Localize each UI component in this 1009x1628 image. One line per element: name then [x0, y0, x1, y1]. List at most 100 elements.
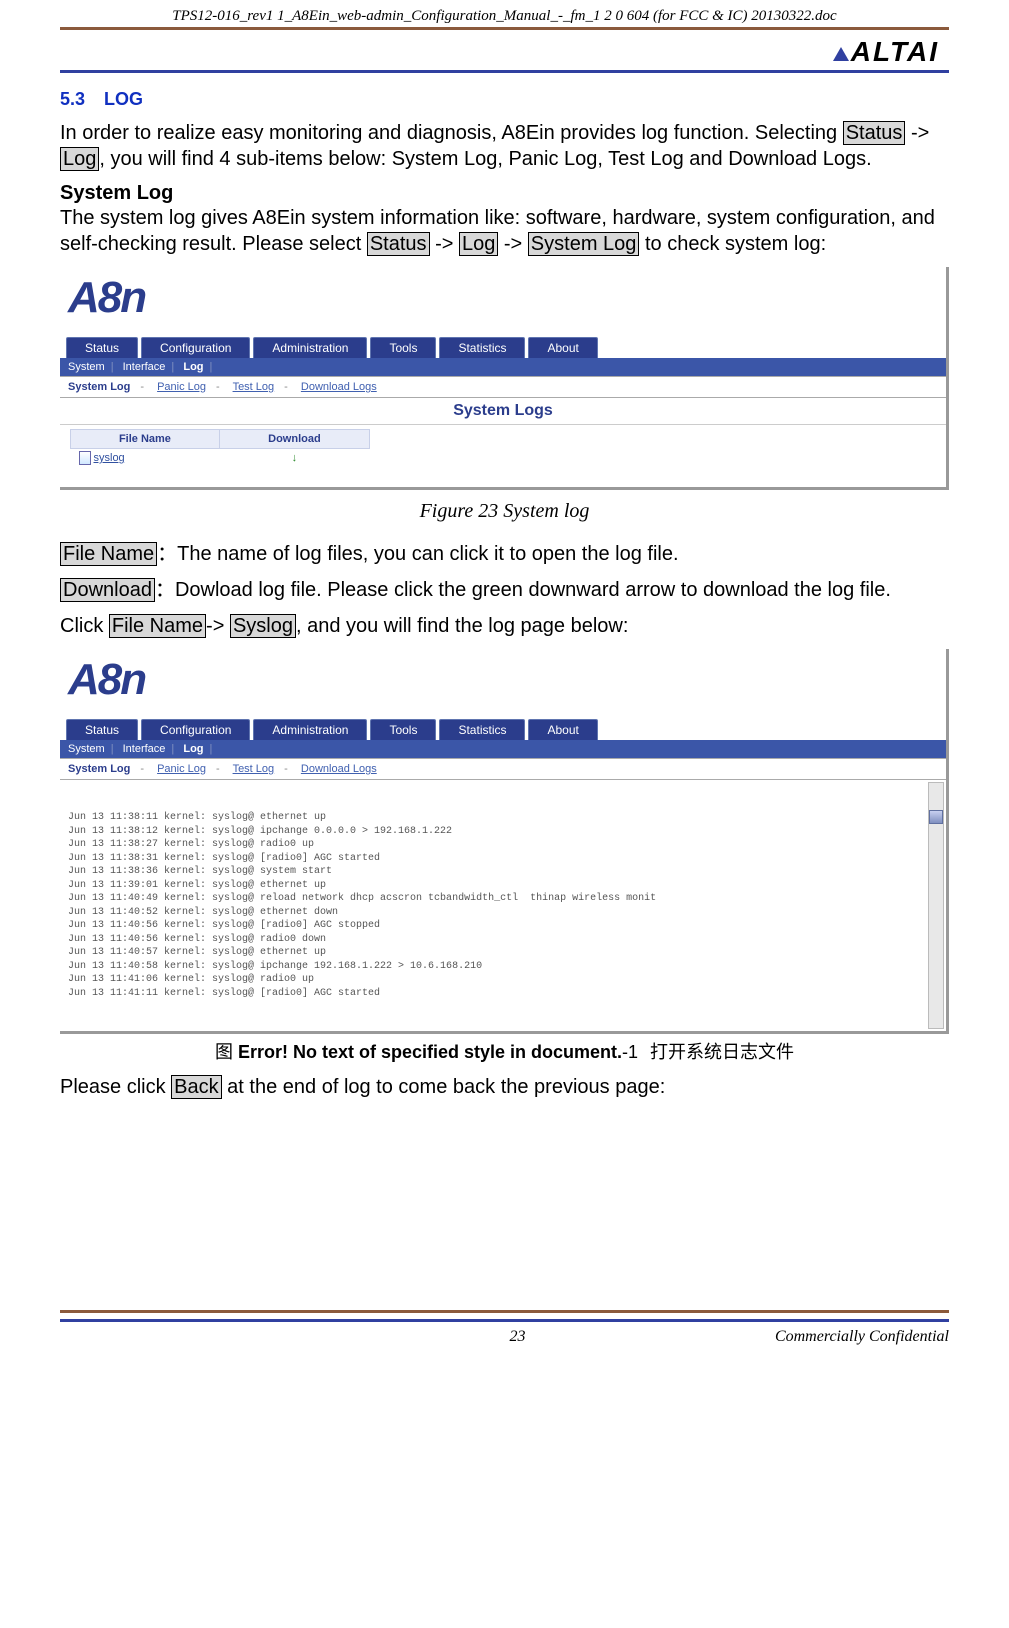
status-token: Status: [843, 121, 906, 145]
log-line: Jun 13 11:38:36 kernel: syslog@ system s…: [68, 865, 938, 879]
log-line: Jun 13 11:41:06 kernel: syslog@ radio0 u…: [68, 973, 938, 987]
subnav-log-2[interactable]: Log: [183, 743, 203, 755]
tab-statistics-2[interactable]: Statistics: [439, 719, 525, 740]
footer-spacer: [60, 1328, 260, 1346]
logtab-panic-log-2[interactable]: Panic Log: [157, 763, 206, 775]
log-token: Log: [60, 147, 99, 171]
syslog-content: Jun 13 11:38:11 kernel: syslog@ ethernet…: [60, 780, 946, 1031]
filename-token: File Name: [60, 542, 157, 566]
subnav-sep-4: |: [111, 743, 114, 755]
logtab-download-logs[interactable]: Download Logs: [301, 381, 377, 393]
system-logs-table: File Name Download syslog ↓: [70, 429, 370, 467]
altai-logo-text: ALTAI: [851, 36, 939, 67]
subnav-log[interactable]: Log: [183, 361, 203, 373]
log-line: Jun 13 11:40:56 kernel: syslog@ radio0 d…: [68, 933, 938, 947]
footer: 23 Commercially Confidential: [0, 1322, 1009, 1366]
syslog-token: Syslog: [230, 614, 296, 638]
subnav-interface-2[interactable]: Interface: [123, 743, 166, 755]
figure-caption: Figure 23 System log: [60, 500, 949, 523]
sub-nav: System| Interface| Log|: [60, 358, 946, 377]
status-token-2: Status: [367, 232, 430, 256]
back-line: Please click Back at the end of log to c…: [60, 1074, 949, 1100]
logtab-test-log[interactable]: Test Log: [233, 381, 275, 393]
log-token-2: Log: [459, 232, 498, 256]
back-b: at the end of log to come back the previ…: [222, 1076, 666, 1098]
tab-about-2[interactable]: About: [528, 719, 597, 740]
tab-configuration[interactable]: Configuration: [141, 337, 250, 358]
download-arrow-icon[interactable]: ↓: [292, 452, 298, 464]
scrollbar-thumb[interactable]: [929, 810, 943, 824]
tab-tools-2[interactable]: Tools: [370, 719, 436, 740]
syslog-desc-b: to check system log:: [639, 233, 826, 255]
click-a: Click: [60, 615, 109, 637]
table-row: syslog ↓: [71, 449, 370, 468]
arrow-2: ->: [430, 233, 459, 255]
logtab-dash-3: -: [284, 381, 288, 393]
logtab-system-log-2[interactable]: System Log: [68, 763, 130, 775]
back-a: Please click: [60, 1076, 171, 1098]
document-header: TPS12-016_rev1 1_A8Ein_web-admin_Configu…: [0, 0, 1009, 27]
tab-administration[interactable]: Administration: [253, 337, 367, 358]
log-line: Jun 13 11:38:27 kernel: syslog@ radio0 u…: [68, 838, 938, 852]
screenshot-system-logs: A8n Status Configuration Administration …: [60, 267, 949, 490]
a8n-logo: A8n: [60, 267, 946, 337]
log-line: Jun 13 11:41:11 kernel: syslog@ [radio0]…: [68, 987, 938, 1001]
system-log-desc: The system log gives A8Ein system inform…: [60, 205, 949, 257]
tab-administration-2[interactable]: Administration: [253, 719, 367, 740]
main-tabs: Status Configuration Administration Tool…: [60, 337, 946, 358]
error-bold: Error! No text of specified style in doc…: [238, 1042, 622, 1062]
altai-logo: ALTAI: [831, 36, 939, 68]
section-number: 5.3: [60, 89, 85, 109]
footer-confidential: Commercially Confidential: [775, 1328, 949, 1346]
section-heading: 5.3 LOG: [60, 89, 949, 110]
subnav-system-2[interactable]: System: [68, 743, 105, 755]
screenshot-syslog-content: A8n Status Configuration Administration …: [60, 649, 949, 1034]
filename-token-2: File Name: [109, 614, 206, 638]
tab-status-2[interactable]: Status: [66, 719, 138, 740]
error-caption: 图 Error! No text of specified style in d…: [60, 1038, 949, 1064]
logtab-dash-1: -: [140, 381, 144, 393]
logo-triangle-icon: [833, 47, 849, 61]
tab-status[interactable]: Status: [66, 337, 138, 358]
logtab-panic-log[interactable]: Panic Log: [157, 381, 206, 393]
logtab-test-log-2[interactable]: Test Log: [233, 763, 275, 775]
tab-about[interactable]: About: [528, 337, 597, 358]
file-icon: [79, 451, 91, 465]
download-token: Download: [60, 578, 155, 602]
sub-nav-2: System| Interface| Log|: [60, 740, 946, 759]
filename-desc: ：The name of log files, you can click it…: [157, 543, 678, 565]
intro-text-b: , you will find 4 sub-items below: Syste…: [99, 148, 871, 170]
systemlog-token: System Log: [528, 232, 640, 256]
logtab-dash-6: -: [284, 763, 288, 775]
system-log-heading: System Log: [60, 182, 949, 205]
header-rule: ALTAI: [60, 27, 949, 73]
tab-configuration-2[interactable]: Configuration: [141, 719, 250, 740]
click-b: , and you will find the log page below:: [296, 615, 628, 637]
main-tabs-2: Status Configuration Administration Tool…: [60, 719, 946, 740]
download-explain: Download：Dowload log file. Please click …: [60, 577, 949, 603]
subnav-interface[interactable]: Interface: [123, 361, 166, 373]
logtab-dash-4: -: [140, 763, 144, 775]
file-name-explain: File Name：The name of log files, you can…: [60, 541, 949, 567]
tab-tools[interactable]: Tools: [370, 337, 436, 358]
error-suffix: -1: [622, 1042, 638, 1062]
syslog-file-link[interactable]: syslog: [94, 452, 125, 464]
scrollbar[interactable]: [928, 782, 944, 1029]
log-line: Jun 13 11:40:58 kernel: syslog@ ipchange…: [68, 960, 938, 974]
log-line: Jun 13 11:38:31 kernel: syslog@ [radio0]…: [68, 852, 938, 866]
log-line: Jun 13 11:38:11 kernel: syslog@ ethernet…: [68, 811, 938, 825]
intro-arrow-1: ->: [905, 122, 929, 144]
log-line: Jun 13 11:40:56 kernel: syslog@ [radio0]…: [68, 919, 938, 933]
section-title: LOG: [104, 89, 143, 109]
logtab-dash-5: -: [216, 763, 220, 775]
col-download: Download: [219, 430, 369, 449]
arrow-3: ->: [498, 233, 527, 255]
logtab-download-logs-2[interactable]: Download Logs: [301, 763, 377, 775]
subnav-sep-5: |: [171, 743, 174, 755]
subnav-system[interactable]: System: [68, 361, 105, 373]
subnav-sep-1: |: [111, 361, 114, 373]
logtab-system-log[interactable]: System Log: [68, 381, 130, 393]
click-line: Click File Name-> Syslog, and you will f…: [60, 613, 949, 639]
intro-text-a: In order to realize easy monitoring and …: [60, 122, 843, 144]
tab-statistics[interactable]: Statistics: [439, 337, 525, 358]
